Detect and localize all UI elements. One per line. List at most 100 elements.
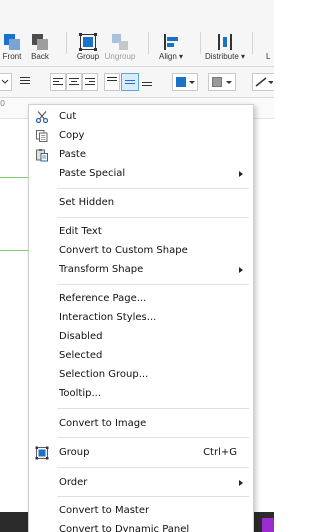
toolbar-separator (252, 32, 253, 54)
menu-item-order[interactable]: Order (29, 474, 253, 493)
menu-item-label: Disabled (59, 331, 103, 342)
line-style-icon (255, 77, 274, 87)
submenu-arrow-icon (239, 480, 243, 486)
context-menu: Cut Copy Paste Paste Special Set Hidden … (28, 104, 254, 532)
align-right-text-button[interactable] (82, 73, 98, 91)
valign-top-icon (107, 77, 117, 81)
menu-item-label: Cut (59, 111, 77, 122)
menu-item-reference-page[interactable]: Reference Page... (29, 290, 253, 309)
align-right-icon (85, 78, 95, 85)
fill-color-picker[interactable] (172, 73, 198, 91)
ruler-tick-label: 0 (0, 99, 6, 108)
menu-item-label: Copy (59, 130, 85, 141)
menu-item-label: Edit Text (59, 226, 102, 237)
menu-separator (57, 408, 249, 409)
menu-item-shortcut: Ctrl+G (203, 447, 237, 458)
menu-item-label: Order (59, 477, 88, 488)
menu-item-set-hidden[interactable]: Set Hidden (29, 194, 253, 213)
menu-separator (57, 188, 249, 189)
align-center-text-button[interactable] (66, 73, 82, 91)
format-dropdown[interactable] (0, 73, 12, 91)
valign-bottom-button[interactable] (140, 73, 156, 91)
menu-item-label: Reference Page... (59, 293, 147, 304)
menu-separator (57, 467, 249, 468)
paste-icon (36, 149, 48, 162)
menu-item-interaction-styles[interactable]: Interaction Styles... (29, 309, 253, 328)
menu-item-edit-text[interactable]: Edit Text (29, 223, 253, 242)
distribute-icon (218, 34, 232, 50)
group-icon (79, 33, 97, 51)
submenu-arrow-icon (239, 267, 243, 273)
menu-item-convert-custom-shape[interactable]: Convert to Custom Shape (29, 242, 253, 261)
format-bar (0, 67, 274, 98)
menu-item-label: Set Hidden (59, 197, 115, 208)
distribute-label: Distribute ▾ (204, 52, 246, 61)
canvas-guide-line (0, 177, 30, 178)
valign-middle-icon (125, 80, 135, 84)
menu-item-label: Convert to Image (59, 418, 147, 429)
canvas-guide-line (0, 250, 30, 251)
valign-bottom-icon (142, 82, 152, 86)
chevron-down-icon (189, 81, 195, 84)
distribute-button[interactable]: Distribute ▾ (201, 28, 249, 66)
menu-item-convert-master[interactable]: Convert to Master (29, 502, 253, 521)
valign-middle-button[interactable] (121, 73, 139, 91)
align-button[interactable]: Align ▾ (147, 28, 195, 66)
line-style-picker[interactable] (252, 73, 274, 91)
copy-icon (36, 130, 48, 142)
toolbar: Front Back Group Ungroup Align ▾ Distrib… (0, 0, 274, 67)
ungroup-button[interactable]: Ungroup (96, 28, 144, 66)
align-center-icon (69, 78, 79, 85)
menu-item-label: Convert to Master (59, 505, 150, 516)
cut-off-icon (261, 32, 271, 52)
menu-item-convert-image[interactable]: Convert to Image (29, 415, 253, 434)
menu-item-label: Paste (59, 149, 86, 160)
menu-item-copy[interactable]: Copy (29, 127, 253, 146)
app-window: Front Back Group Ungroup Align ▾ Distrib… (0, 0, 274, 532)
menu-item-selected[interactable]: Selected (29, 347, 253, 366)
ungroup-label: Ungroup (104, 52, 136, 61)
valign-top-button[interactable] (104, 73, 120, 91)
cut-off-toolbar-button[interactable]: L (256, 28, 274, 66)
list-icon (20, 77, 30, 84)
menu-item-label: Convert to Dynamic Panel (59, 524, 190, 532)
menu-item-convert-dynamic-panel[interactable]: Convert to Dynamic Panel (29, 521, 253, 532)
chevron-down-icon (226, 81, 232, 84)
shadow-picker[interactable] (208, 73, 236, 91)
menu-item-label: Convert to Custom Shape (59, 245, 188, 256)
chevron-down-icon (1, 79, 9, 84)
menu-separator (57, 284, 249, 285)
submenu-arrow-icon (239, 171, 243, 177)
scissors-icon (35, 111, 49, 124)
ungroup-icon (112, 34, 128, 50)
menu-item-label: Transform Shape (59, 264, 144, 275)
align-label: Align ▾ (158, 52, 184, 61)
align-left-icon (53, 78, 63, 85)
shadow-icon (212, 77, 222, 87)
send-to-back-button[interactable]: Back (16, 28, 64, 66)
menu-item-tooltip[interactable]: Tooltip... (29, 385, 253, 404)
menu-item-label: Paste Special (59, 168, 126, 179)
menu-item-selection-group[interactable]: Selection Group... (29, 366, 253, 385)
menu-item-group[interactable]: Group Ctrl+G (29, 444, 253, 463)
menu-item-paste-special[interactable]: Paste Special (29, 165, 253, 184)
fill-color-swatch (176, 77, 186, 87)
menu-item-paste[interactable]: Paste (29, 146, 253, 165)
align-left-text-button[interactable] (50, 73, 66, 91)
cut-off-label: L (266, 52, 271, 61)
send-to-back-icon (32, 34, 48, 50)
menu-item-label: Selection Group... (59, 369, 149, 380)
align-icon (164, 34, 178, 50)
send-to-back-label: Back (31, 52, 49, 61)
menu-item-label: Interaction Styles... (59, 312, 157, 323)
menu-item-disabled[interactable]: Disabled (29, 328, 253, 347)
list-button[interactable] (18, 73, 32, 91)
menu-item-label: Group (59, 447, 90, 458)
menu-separator (57, 496, 249, 497)
menu-item-label: Tooltip... (59, 388, 102, 399)
menu-separator (57, 217, 249, 218)
menu-item-transform-shape[interactable]: Transform Shape (29, 261, 253, 280)
menu-item-cut[interactable]: Cut (29, 108, 253, 127)
taskbar-app-icon[interactable] (262, 518, 274, 532)
menu-separator (57, 437, 249, 438)
